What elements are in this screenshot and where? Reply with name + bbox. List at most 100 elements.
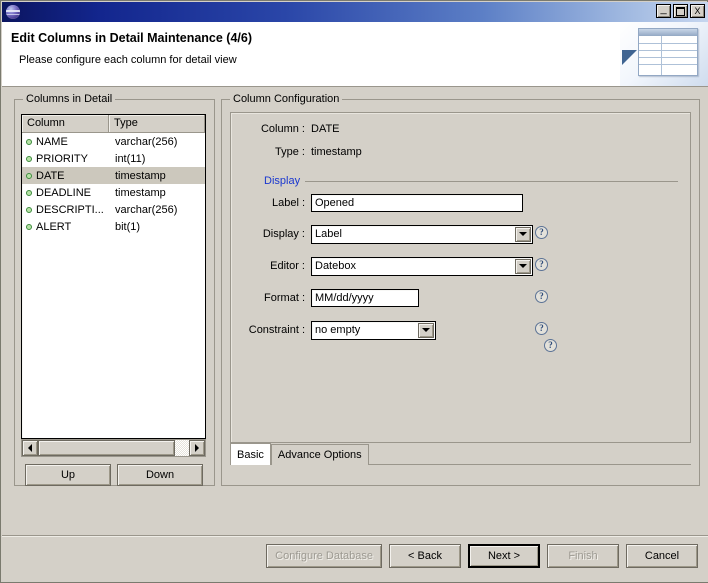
table-row[interactable]: DESCRIPTI... varchar(256) (22, 201, 205, 218)
display-help-icon[interactable]: ? (535, 226, 548, 239)
columns-list[interactable]: Column Type NAME varchar(256) PRIORITY int(… (21, 114, 206, 439)
tab-advance-options[interactable]: Advance Options (270, 444, 369, 465)
editor-select-value: Datebox (315, 260, 356, 272)
row-column-name: PRIORITY (36, 152, 88, 165)
constraint-field-caption: Constraint : (248, 324, 305, 336)
row-column-name: ALERT (36, 220, 72, 233)
column-header-column[interactable]: Column (22, 115, 109, 132)
chevron-down-icon[interactable] (515, 226, 531, 242)
green-dot-icon (22, 155, 36, 162)
display-field-row: Display : Label (231, 224, 692, 244)
banner-grid-line (639, 64, 697, 65)
green-dot-icon (22, 172, 36, 179)
constraint-select[interactable]: no empty (311, 320, 436, 340)
config-type-caption: Type : (275, 146, 305, 158)
config-column-caption: Column : (260, 123, 305, 135)
row-column-type: bit(1) (115, 220, 141, 233)
format-help-icon[interactable]: ? (535, 290, 548, 303)
constraint-field-row: Constraint : no empty (231, 320, 692, 340)
display-select[interactable]: Label (311, 224, 533, 244)
columns-list-hscrollbar[interactable] (21, 439, 206, 457)
row-column-type: timestamp (115, 186, 166, 199)
title-bar: _ X (2, 2, 708, 22)
separator-line (305, 180, 678, 182)
display-field-caption: Display : (262, 228, 305, 240)
banner-grid-header (639, 29, 697, 36)
footer-separator (2, 535, 708, 536)
eclipse-sphere-icon (6, 5, 20, 19)
display-section-separator: Display (231, 175, 692, 187)
constraint-help-icon[interactable]: ? (535, 322, 548, 335)
config-type-row: Type : timestamp (231, 142, 692, 162)
display-help-icon[interactable]: ? (544, 339, 557, 352)
table-row[interactable]: ALERT bit(1) (22, 218, 205, 235)
dialog-footer: Configure Database < Back Next > Finish Canc… (2, 496, 708, 582)
banner-grid-line (639, 50, 697, 51)
minimize-button[interactable]: _ (656, 4, 671, 18)
green-dot-icon (22, 206, 36, 213)
row-column-type: int(11) (115, 152, 146, 165)
arrow-left-icon[interactable] (22, 440, 38, 456)
hscrollbar-track[interactable] (175, 440, 189, 456)
footer-button-row: Configure Database < Back Next > Finish Canc… (266, 544, 698, 568)
config-type-value: timestamp (311, 146, 362, 158)
columns-list-body: NAME varchar(256) PRIORITY int(11) DATE times… (22, 133, 205, 235)
editor-field-caption: Editor : (270, 260, 305, 272)
editor-select[interactable]: Datebox (311, 256, 533, 276)
label-input[interactable] (311, 194, 523, 212)
display-select-value: Label (315, 228, 342, 240)
dialog-body: Columns in Detail Column Type NAME varcha… (2, 87, 708, 496)
row-column-type: timestamp (115, 169, 166, 182)
table-row[interactable]: DEADLINE timestamp (22, 184, 205, 201)
config-column-value: DATE (311, 123, 340, 135)
dialog-window: _ X Edit Columns in Detail Maintenance (… (0, 0, 708, 583)
arrow-down-left-icon (622, 50, 637, 65)
banner-grid-line (639, 57, 697, 58)
format-input[interactable] (311, 289, 419, 307)
banner-grid-graphic (638, 28, 698, 76)
table-detail-icon (620, 22, 708, 86)
format-field-caption: Format : (264, 292, 305, 304)
move-up-button[interactable]: Up (25, 464, 111, 486)
hscrollbar-thumb[interactable] (38, 440, 175, 456)
format-field-row: Format : (231, 288, 692, 308)
cancel-button[interactable]: Cancel (626, 544, 698, 568)
close-button[interactable]: X (690, 4, 705, 18)
maximize-button[interactable] (673, 4, 688, 18)
row-column-name: NAME (36, 135, 68, 148)
config-panel-inner: Column : DATE Type : timestamp Display L… (230, 112, 691, 443)
column-header-type[interactable]: Type (109, 115, 205, 132)
table-row[interactable]: PRIORITY int(11) (22, 150, 205, 167)
chevron-down-icon[interactable] (515, 258, 531, 274)
table-row[interactable]: DATE timestamp (22, 167, 205, 184)
minimize-glyph: _ (660, 3, 667, 15)
back-button[interactable]: < Back (389, 544, 461, 568)
chevron-down-icon[interactable] (418, 322, 434, 338)
row-column-type: varchar(256) (115, 203, 178, 216)
display-section-label: Display (264, 175, 301, 187)
columns-group-legend: Columns in Detail (23, 93, 116, 105)
label-field-row: Label : (231, 193, 692, 213)
maximize-glyph (674, 5, 687, 17)
row-column-type: varchar(256) (115, 135, 178, 148)
tab-bar-filler (368, 444, 691, 465)
page-title: Edit Columns in Detail Maintenance (4/6) (11, 31, 253, 45)
table-row[interactable]: NAME varchar(256) (22, 133, 205, 150)
editor-field-row: Editor : Datebox (231, 256, 692, 276)
column-configuration-group: Column Configuration Column : DATE Type … (221, 93, 700, 486)
move-down-button[interactable]: Down (117, 464, 203, 486)
configure-database-button: Configure Database (266, 544, 382, 568)
tab-basic[interactable]: Basic (230, 443, 271, 465)
finish-button: Finish (547, 544, 619, 568)
next-button[interactable]: Next > (468, 544, 540, 568)
label-field-caption: Label : (271, 197, 305, 209)
page-subtitle: Please configure each column for detail … (19, 54, 237, 66)
green-dot-icon (22, 223, 36, 230)
arrow-right-icon[interactable] (189, 440, 205, 456)
constraint-select-value: no empty (315, 324, 361, 336)
editor-help-icon[interactable]: ? (535, 258, 548, 271)
green-dot-icon (22, 189, 36, 196)
row-column-name: DEADLINE (36, 186, 92, 199)
green-dot-icon (22, 138, 36, 145)
row-column-name: DESCRIPTI... (36, 203, 104, 216)
